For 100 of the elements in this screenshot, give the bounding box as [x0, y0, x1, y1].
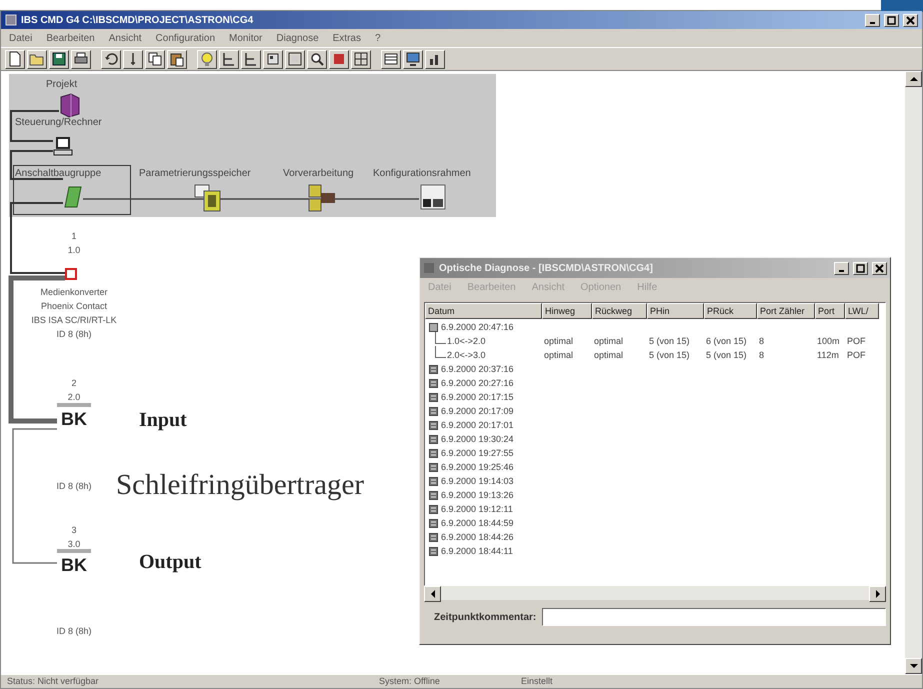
list-item[interactable]: 6.9.2000 19:30:24: [425, 432, 885, 446]
connector-icon[interactable]: [65, 268, 77, 280]
preprocessing-icon[interactable]: [307, 183, 335, 213]
record-icon: [429, 462, 438, 472]
close-button[interactable]: [903, 14, 918, 26]
close-icon: [875, 264, 884, 272]
table-button[interactable]: [381, 50, 401, 68]
left-arrow-icon: [430, 590, 436, 598]
list-item[interactable]: 6.9.2000 20:27:16: [425, 376, 885, 390]
scroll-right-button[interactable]: [869, 586, 886, 602]
window-title: IBS CMD G4 C:\IBSCMD\PROJECT\ASTRON\CG4: [21, 14, 254, 26]
list-item[interactable]: 6.9.2000 20:47:16: [425, 320, 885, 334]
menu-item[interactable]: Bearbeiten: [46, 32, 95, 44]
stop-button[interactable]: [329, 50, 349, 68]
column-header[interactable]: Datum: [425, 303, 542, 319]
list-item[interactable]: 6.9.2000 19:14:03: [425, 474, 885, 488]
table-cell-text: optimal: [543, 336, 574, 346]
date-text: 6.9.2000 19:13:26: [441, 490, 514, 500]
new-file-button[interactable]: [5, 50, 25, 68]
maximize-icon: [887, 16, 896, 24]
window-title: Optische Diagnose - [IBSCMD\ASTRON\CG4]: [439, 262, 654, 274]
record-icon: [429, 392, 438, 402]
list-item[interactable]: 6.9.2000 20:37:16: [425, 362, 885, 376]
open-folder-button[interactable]: [27, 50, 47, 68]
paste-button[interactable]: [167, 50, 187, 68]
paste-icon: [169, 51, 185, 67]
column-header[interactable]: Rückweg: [592, 303, 647, 319]
app-icon: [5, 14, 17, 26]
list-item[interactable]: 6.9.2000 19:12:11: [425, 502, 885, 516]
column-header[interactable]: PHin: [647, 303, 704, 319]
frame-button[interactable]: [285, 50, 305, 68]
device-address: 1.0: [66, 244, 82, 257]
field-label: Zeitpunktkommentar:: [434, 612, 536, 622]
list-item[interactable]: 6.9.2000 20:17:09: [425, 404, 885, 418]
record-icon: [429, 476, 438, 486]
print-button[interactable]: [71, 50, 91, 68]
column-header[interactable]: Port Zähler: [757, 303, 815, 319]
list-item[interactable]: 6.9.2000 18:44:59: [425, 516, 885, 530]
column-header[interactable]: Hinweg: [542, 303, 592, 319]
minimize-button[interactable]: [865, 14, 880, 26]
copy-button[interactable]: [145, 50, 165, 68]
column-header[interactable]: PRück: [704, 303, 757, 319]
undo-button[interactable]: [101, 50, 121, 68]
device-number: 2: [70, 377, 78, 390]
branch-button[interactable]: [219, 50, 239, 68]
menu-item[interactable]: Extras: [332, 32, 361, 44]
list-item[interactable]: 6.9.2000 20:17:01: [425, 418, 885, 432]
list-item[interactable]: 6.9.2000 19:13:26: [425, 488, 885, 502]
list-item[interactable]: 6.9.2000 19:25:46: [425, 460, 885, 474]
record-icon: [429, 532, 438, 542]
menu-item[interactable]: Ansicht: [108, 32, 142, 44]
branch-icon: [221, 51, 237, 67]
grid-button[interactable]: [351, 50, 371, 68]
chart-button[interactable]: [425, 50, 445, 68]
monitor-button[interactable]: [403, 50, 423, 68]
menu-item[interactable]: Monitor: [229, 32, 262, 44]
scroll-left-button[interactable]: [424, 586, 441, 602]
up-arrow-icon: [910, 76, 918, 82]
frame-icon: [287, 51, 303, 67]
minimize-button[interactable]: [834, 262, 849, 274]
menu-item[interactable]: Diagnose: [276, 32, 319, 44]
table-cell-text: 6 (von 15): [705, 336, 748, 346]
table-icon: [383, 51, 399, 67]
date-text: 6.9.2000 20:17:09: [441, 406, 514, 416]
memory-icon[interactable]: [194, 183, 222, 213]
table-cell-text: POF: [846, 336, 867, 346]
date-text: 6.9.2000 20:17:15: [441, 392, 514, 402]
annotation-text: Input: [139, 409, 187, 432]
close-button[interactable]: [872, 262, 887, 274]
date-text: 6.9.2000 19:25:46: [441, 462, 514, 472]
menu-item[interactable]: ?: [374, 32, 381, 44]
date-text: 6.9.2000 20:47:16: [441, 322, 514, 332]
device-label: Phoenix Contact: [40, 300, 108, 313]
node-label: Konfigurationsrahmen: [373, 168, 471, 179]
maximize-button[interactable]: [884, 14, 899, 26]
comment-field[interactable]: [542, 608, 886, 626]
list-item[interactable]: 6.9.2000 18:44:26: [425, 530, 885, 544]
zoom-icon: [309, 51, 325, 67]
vertical-scrollbar[interactable]: [905, 71, 922, 674]
date-text: 6.9.2000 19:14:03: [441, 476, 514, 486]
module-button[interactable]: [263, 50, 283, 68]
zoom-button[interactable]: [307, 50, 327, 68]
column-header[interactable]: LWL/: [845, 303, 879, 319]
list-item[interactable]: 6.9.2000 20:17:15: [425, 390, 885, 404]
record-icon: [429, 504, 438, 514]
maximize-button[interactable]: [853, 262, 868, 274]
menu-item[interactable]: Configuration: [156, 32, 216, 44]
branch-button[interactable]: [241, 50, 261, 68]
save-button[interactable]: [49, 50, 69, 68]
bulb-button[interactable]: [197, 50, 217, 68]
scroll-down-button[interactable]: [905, 658, 922, 674]
horizontal-scrollbar[interactable]: [424, 586, 886, 600]
scroll-up-button[interactable]: [905, 71, 922, 87]
column-header[interactable]: Port: [815, 303, 845, 319]
bulb-icon: [199, 51, 215, 67]
list-item[interactable]: 6.9.2000 18:44:11: [425, 544, 885, 558]
right-arrow-icon: [874, 590, 880, 598]
menu-item[interactable]: Datei: [9, 32, 32, 44]
node-label: Projekt: [46, 79, 78, 90]
list-item[interactable]: 6.9.2000 19:27:55: [425, 446, 885, 460]
